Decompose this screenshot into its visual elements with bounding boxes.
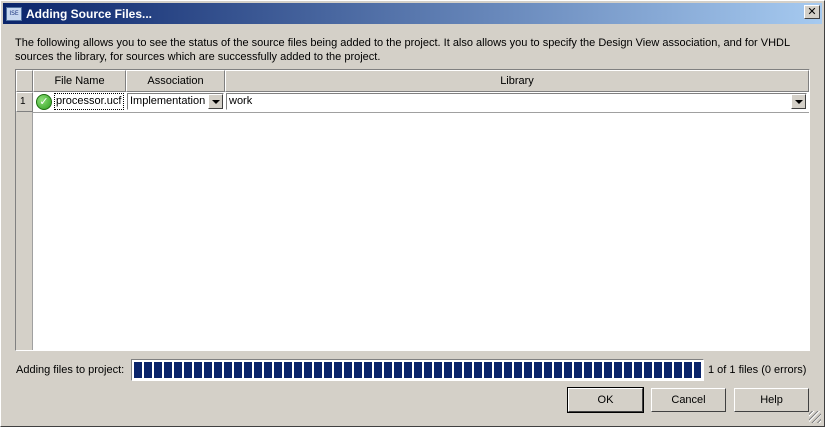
- cancel-button[interactable]: Cancel: [651, 388, 726, 412]
- library-value: work: [229, 95, 253, 107]
- file-name: processor.ucf: [54, 93, 124, 110]
- progress-status: 1 of 1 files (0 errors): [708, 364, 807, 376]
- progress-label: Adding files to project:: [16, 364, 125, 376]
- close-icon: ✕: [807, 5, 817, 18]
- column-header-file-name[interactable]: File Name: [33, 70, 126, 92]
- row-number[interactable]: 1: [16, 92, 33, 112]
- app-icon: ISE: [6, 6, 22, 21]
- close-button[interactable]: ✕: [804, 5, 820, 19]
- progress-fill: [134, 362, 701, 378]
- description-text: The following allows you to see the stat…: [15, 37, 790, 63]
- title-bar[interactable]: ISE Adding Source Files... ✕: [3, 3, 822, 24]
- resize-grip-icon[interactable]: [809, 411, 821, 423]
- progress-bar: [131, 359, 704, 381]
- association-select[interactable]: Implementation: [127, 93, 224, 110]
- ok-button[interactable]: OK: [567, 387, 644, 413]
- chevron-down-icon[interactable]: [791, 94, 806, 109]
- file-name-cell[interactable]: ✓ processor.ucf: [33, 92, 126, 112]
- check-icon: ✓: [36, 94, 52, 110]
- column-header-library[interactable]: Library: [225, 70, 809, 92]
- association-value: Implementation: [130, 95, 206, 107]
- library-cell: work: [225, 92, 809, 112]
- row-divider: [33, 112, 809, 113]
- chevron-down-icon[interactable]: [208, 94, 223, 109]
- association-cell: Implementation: [126, 92, 225, 112]
- window-title: Adding Source Files...: [26, 6, 153, 21]
- column-header-association[interactable]: Association: [126, 70, 225, 92]
- help-button[interactable]: Help: [734, 388, 809, 412]
- dialog-window: ISE Adding Source Files... ✕ The followi…: [0, 0, 825, 427]
- corner-header: [16, 70, 33, 92]
- library-select[interactable]: work: [226, 93, 807, 110]
- source-files-table: File Name Association Library 1 ✓ proces…: [15, 69, 810, 351]
- row-header-column: [16, 70, 33, 350]
